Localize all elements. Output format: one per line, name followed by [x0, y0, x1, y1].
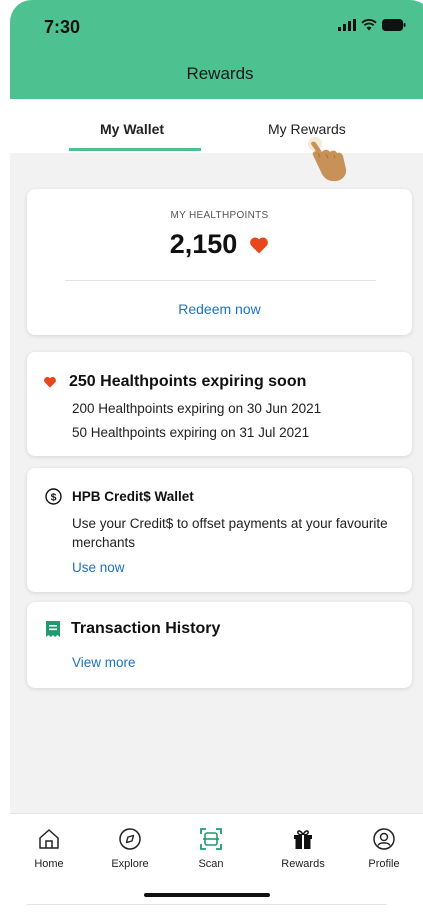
battery-icon: [382, 19, 406, 31]
nav-explore[interactable]: Explore: [95, 822, 165, 870]
expiring-title-row: 250 Healthpoints expiring soon: [43, 373, 306, 391]
transaction-history-title: Transaction History: [71, 620, 221, 637]
app-header: 7:30 Rewards: [10, 0, 423, 99]
compass-icon: [119, 828, 141, 850]
expiring-detail: 50 Healthpoints expiring on 31 Jul 2021: [72, 425, 310, 440]
dollar-coin-icon: $: [45, 488, 62, 505]
receipt-icon: [46, 621, 60, 637]
nav-profile-label: Profile: [368, 858, 400, 870]
home-indicator: [144, 893, 270, 897]
page-title: Rewards: [186, 64, 254, 83]
healthpoints-card: MY HEALTHPOINTS 2,150 Redeem now: [27, 189, 412, 335]
status-icons: [338, 19, 406, 31]
gift-icon: [294, 830, 312, 849]
home-icon: [39, 829, 59, 849]
view-more-link[interactable]: View more: [72, 655, 136, 670]
nav-explore-label: Explore: [111, 858, 149, 870]
redeem-now-link[interactable]: Redeem now: [27, 301, 412, 317]
nav-rewards-label: Rewards: [281, 858, 325, 870]
signal-icon: [338, 19, 356, 31]
expiring-detail: 200 Healthpoints expiring on 30 Jun 2021: [72, 401, 322, 416]
wifi-icon: [361, 19, 377, 31]
transaction-title-row: Transaction History: [45, 620, 220, 638]
heart-icon: [44, 377, 56, 388]
expiring-healthpoints-card: 250 Healthpoints expiring soon 200 Healt…: [27, 352, 412, 456]
tab-my-wallet[interactable]: My Wallet: [100, 121, 164, 137]
profile-icon: [373, 828, 395, 850]
divider: [27, 904, 387, 905]
nav-home[interactable]: Home: [14, 822, 84, 870]
nav-home-label: Home: [34, 858, 64, 870]
divider: [65, 280, 376, 281]
phone-screen: 7:30 Rewards My Wallet My Rewards MY HEA…: [10, 0, 423, 913]
credit-wallet-description: Use your Credit$ to offset payments at y…: [72, 516, 388, 550]
nav-profile[interactable]: Profile: [349, 822, 419, 870]
healthpoints-value: 2,150: [169, 229, 238, 259]
wallet-content: MY HEALTHPOINTS 2,150 Redeem now 250 Hea…: [10, 153, 423, 813]
active-tab-indicator: [69, 148, 201, 151]
credit-wallet-card: $ HPB Credit$ Wallet Use your Credit$ to…: [27, 468, 412, 592]
hand-pointer-icon: [308, 137, 347, 182]
use-now-link[interactable]: Use now: [72, 560, 125, 575]
tab-bar: My Wallet My Rewards: [10, 99, 423, 153]
credit-title-row: $ HPB Credit$ Wallet: [45, 488, 194, 505]
scan-icon: [200, 828, 222, 850]
nav-scan[interactable]: Scan: [176, 822, 246, 870]
transaction-history-card: Transaction History View more: [27, 602, 412, 688]
nav-rewards[interactable]: Rewards: [268, 822, 338, 870]
nav-scan-label: Scan: [198, 858, 224, 870]
bottom-navigation: Home Explore Scan Rewards Profile: [10, 813, 423, 913]
tab-my-rewards[interactable]: My Rewards: [268, 121, 346, 137]
svg-text:$: $: [51, 491, 57, 503]
expiring-title: 250 Healthpoints expiring soon: [69, 373, 307, 390]
healthpoints-label: MY HEALTHPOINTS: [170, 210, 269, 221]
credit-wallet-title: HPB Credit$ Wallet: [72, 489, 194, 504]
status-time: 7:30: [44, 17, 81, 37]
healthpoints-value-row: 2,150: [27, 229, 412, 260]
heart-icon: [250, 237, 269, 253]
